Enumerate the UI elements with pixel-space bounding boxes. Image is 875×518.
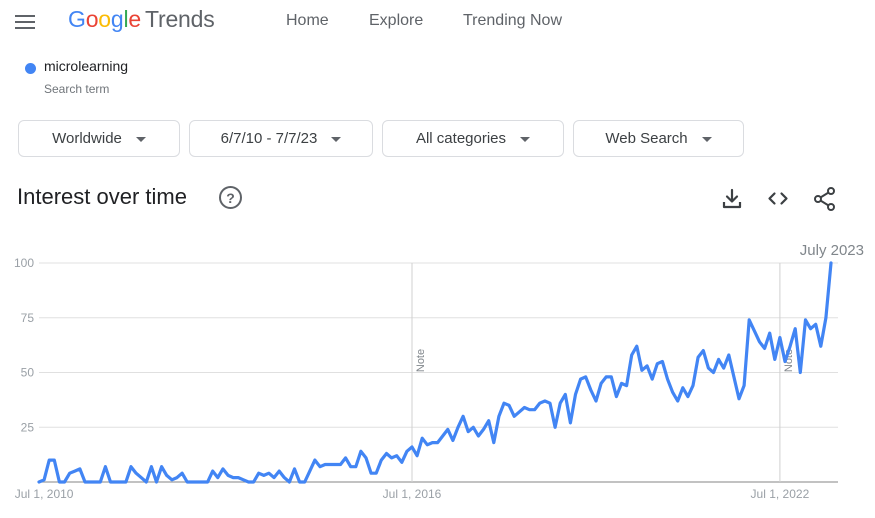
date-range-filter[interactable]: 6/7/10 - 7/7/23 (189, 120, 373, 157)
y-tick-label-50: 50 (21, 366, 35, 380)
location-filter-label: Worldwide (52, 130, 122, 147)
y-axis-labels: 25 50 75 100 (14, 256, 34, 434)
date-range-filter-label: 6/7/10 - 7/7/23 (220, 130, 318, 147)
series-color-dot (25, 63, 36, 74)
hamburger-menu-icon[interactable] (15, 14, 35, 30)
search-term-subtitle: Search term (44, 82, 110, 96)
x-tick-label-1: Jul 1, 2010 (15, 487, 74, 501)
google-trends-logo[interactable]: Google Trends (68, 6, 215, 33)
interest-over-time-chart[interactable]: 255075100 Note Note Jul 1, 2010 Jul 1, 201… (0, 235, 875, 518)
section-title: Interest over time (17, 184, 187, 209)
caret-down-icon (520, 137, 531, 142)
nav-home[interactable]: Home (286, 12, 329, 30)
download-icon[interactable] (719, 186, 745, 212)
caret-down-icon (135, 137, 146, 142)
y-tick-label-25: 25 (21, 420, 35, 434)
y-tick-label-75: 75 (21, 311, 35, 325)
latest-date-label: July 2023 (800, 242, 864, 259)
google-wordmark: Google (68, 6, 141, 32)
embed-code-icon[interactable] (765, 186, 791, 212)
chart-grid (39, 262, 838, 483)
search-type-filter[interactable]: Web Search (573, 120, 744, 157)
trends-wordmark: Trends (145, 6, 215, 32)
category-filter[interactable]: All categories (382, 120, 564, 157)
help-icon[interactable]: ? (219, 186, 242, 209)
nav-explore[interactable]: Explore (369, 12, 423, 30)
note-label-1: Note (415, 349, 427, 372)
share-icon[interactable] (812, 186, 838, 212)
y-tick-label-100: 100 (14, 256, 34, 270)
top-bar: Google Trends Home Explore Trending Now (0, 0, 875, 44)
caret-down-icon (331, 137, 342, 142)
x-tick-label-2: Jul 1, 2016 (383, 487, 442, 501)
search-type-filter-label: Web Search (605, 130, 688, 147)
nav-trending-now[interactable]: Trending Now (463, 12, 562, 30)
x-tick-label-3: Jul 1, 2022 (751, 487, 810, 501)
x-axis-labels: Jul 1, 2010 Jul 1, 2016 Jul 1, 2022 (15, 487, 810, 501)
search-term-name: microlearning (44, 58, 129, 74)
caret-down-icon (701, 137, 712, 142)
category-filter-label: All categories (415, 130, 507, 147)
location-filter[interactable]: Worldwide (18, 120, 180, 157)
